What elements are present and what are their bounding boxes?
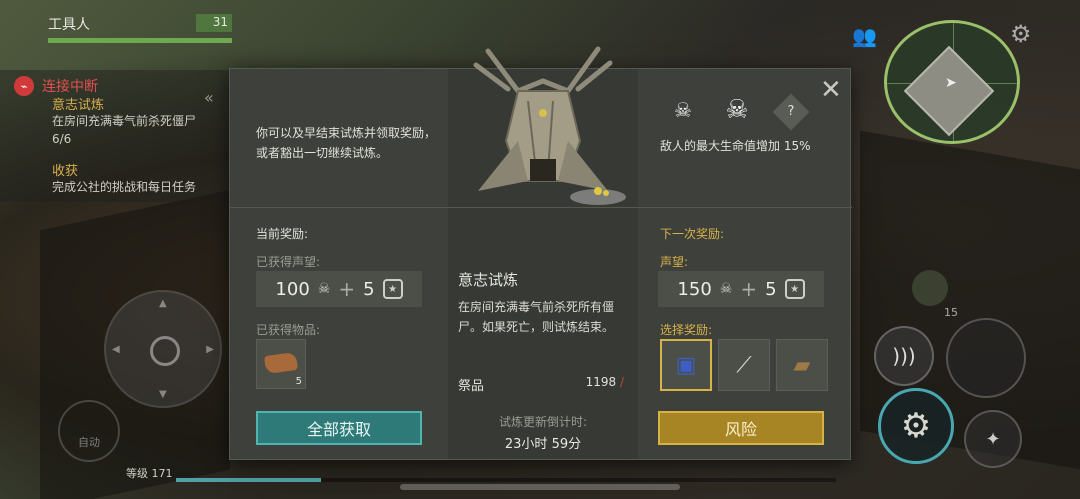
enemy-modifier: 敌人的最大生命值增加 15% <box>660 139 811 153</box>
player-arrow-icon: ➤ <box>945 75 957 91</box>
reward-choice-machete[interactable]: ⟋ <box>718 339 770 391</box>
boots-icon: ▰ <box>793 352 811 378</box>
hex-badge-icon: ★ <box>784 279 805 299</box>
connection-status-label: 连接中断 <box>42 79 98 95</box>
collapse-icon[interactable]: « <box>204 88 214 107</box>
xp-bar <box>176 478 836 482</box>
trial-dialog: 你可以及早结束试炼并领取奖励，或者豁出一切继续试炼。 当前奖励: 已获得声望: … <box>229 46 852 460</box>
next-rep-box: 150 ☠ + 5 ★ <box>658 271 824 307</box>
machete-icon: ⟋ <box>736 352 752 378</box>
minimap-room <box>903 45 995 137</box>
next-reward-column: ☠ ☠ ? 敌人的最大生命值增加 15% 下一次奖励: 声望: 150 ☠ + … <box>638 69 852 459</box>
quest-title[interactable]: 意志试炼 <box>52 94 104 113</box>
id-card-icon: ▣ <box>675 352 697 378</box>
plus-icon: + <box>338 277 356 301</box>
bag-count: 15 <box>944 306 958 319</box>
minimap[interactable]: ➤ <box>884 20 1020 144</box>
risk-button[interactable]: 风险 <box>658 411 824 445</box>
offering-label: 祭品 <box>458 379 485 394</box>
movement-joystick[interactable]: ▲ ▼ ◀ ▶ <box>104 290 222 408</box>
joystick-knob[interactable] <box>150 336 180 366</box>
next-rep-label: 声望: <box>660 255 689 269</box>
weapon-button[interactable] <box>946 318 1026 398</box>
dagger-icon: / <box>619 375 624 389</box>
offering-value: 1198 / <box>586 375 624 389</box>
close-icon[interactable]: ✕ <box>820 77 842 103</box>
crouch-icon[interactable]: ✦ <box>964 410 1022 468</box>
earned-items-label: 已获得物品: <box>256 323 321 337</box>
quest-desc: 在房间充满毒气前杀死僵尸 <box>52 114 197 128</box>
help-icon[interactable]: ? <box>772 93 810 131</box>
reward-choice-badge[interactable]: ▣ <box>660 339 712 391</box>
trial-title: 意志试炼 <box>458 271 519 289</box>
worker-value: 31 <box>212 15 228 29</box>
reward-choice-boots[interactable]: ▰ <box>776 339 828 391</box>
skull-icon[interactable]: ☠ <box>668 95 698 125</box>
auto-label: 自动 <box>78 436 100 449</box>
skull-plus-icon[interactable]: ☠ <box>722 95 752 125</box>
bag-icon[interactable] <box>912 270 948 306</box>
people-icon[interactable]: 👥 <box>852 24 877 48</box>
offering-amount: 1198 <box>585 375 617 389</box>
current-reward-label: 当前奖励: <box>256 227 309 241</box>
earned-item-slot[interactable]: 5 <box>256 339 306 389</box>
arrow-up-icon: ▲ <box>159 298 167 309</box>
horned-skull-icon: ☠ <box>317 281 331 297</box>
quest-progress: 6/6 <box>52 132 72 146</box>
timer-label: 试炼更新倒计时: <box>498 415 588 429</box>
arrow-down-icon: ▼ <box>159 389 167 400</box>
auto-button[interactable]: 自动 <box>58 400 120 462</box>
choose-reward-label: 选择奖励: <box>660 323 713 337</box>
earned-rep-label: 已获得声望: <box>256 255 321 269</box>
hex-badge-icon: ★ <box>382 279 403 299</box>
connection-status: ⌁ 连接中断 <box>14 76 98 96</box>
quest-title[interactable]: 收获 <box>52 160 78 179</box>
current-reward-column: 你可以及早结束试炼并领取奖励，或者豁出一切继续试炼。 当前奖励: 已获得声望: … <box>230 69 448 459</box>
help-mark: ? <box>787 104 795 119</box>
earned-rep-badge-value: 5 <box>363 278 375 300</box>
earned-rep-value: 100 <box>275 278 310 300</box>
intro-text: 你可以及早结束试炼并领取奖励，或者豁出一切继续试炼。 <box>256 126 437 160</box>
worker-status: 工具人 31 <box>48 14 232 43</box>
earned-rep-box: 100 ☠ + 5 ★ <box>256 271 422 307</box>
settings-gear-icon[interactable]: ⚙ <box>1010 20 1032 48</box>
item-count: 5 <box>295 376 302 387</box>
timer-value: 23小时 59分 <box>504 437 582 452</box>
home-indicator[interactable] <box>400 484 680 490</box>
sound-wave-icon[interactable]: ))) <box>874 326 934 386</box>
trial-desc: 在房间充满毒气前杀死所有僵尸。如果死亡，则试炼结束。 <box>458 300 615 334</box>
plus-icon: + <box>740 277 758 301</box>
worker-bar <box>48 38 232 43</box>
player-level: 等级 171 <box>126 467 173 480</box>
next-rep-badge-value: 5 <box>765 278 777 300</box>
arrow-left-icon: ◀ <box>112 344 120 355</box>
next-reward-label: 下一次奖励: <box>660 227 725 241</box>
collect-all-button[interactable]: 全部获取 <box>256 411 422 445</box>
next-rep-value: 150 <box>677 278 712 300</box>
horned-skull-icon: ☠ <box>719 281 733 297</box>
action-gear-icon[interactable]: ⚙ <box>878 388 954 464</box>
leather-icon <box>263 351 299 375</box>
arrow-right-icon: ▶ <box>206 344 214 355</box>
quest-desc: 完成公社的挑战和每日任务 <box>52 180 197 194</box>
trial-text: 意志试炼 在房间充满毒气前杀死所有僵尸。如果死亡，则试炼结束。 祭品 1198 … <box>448 69 638 459</box>
wifi-icon: ⌁ <box>14 76 34 96</box>
